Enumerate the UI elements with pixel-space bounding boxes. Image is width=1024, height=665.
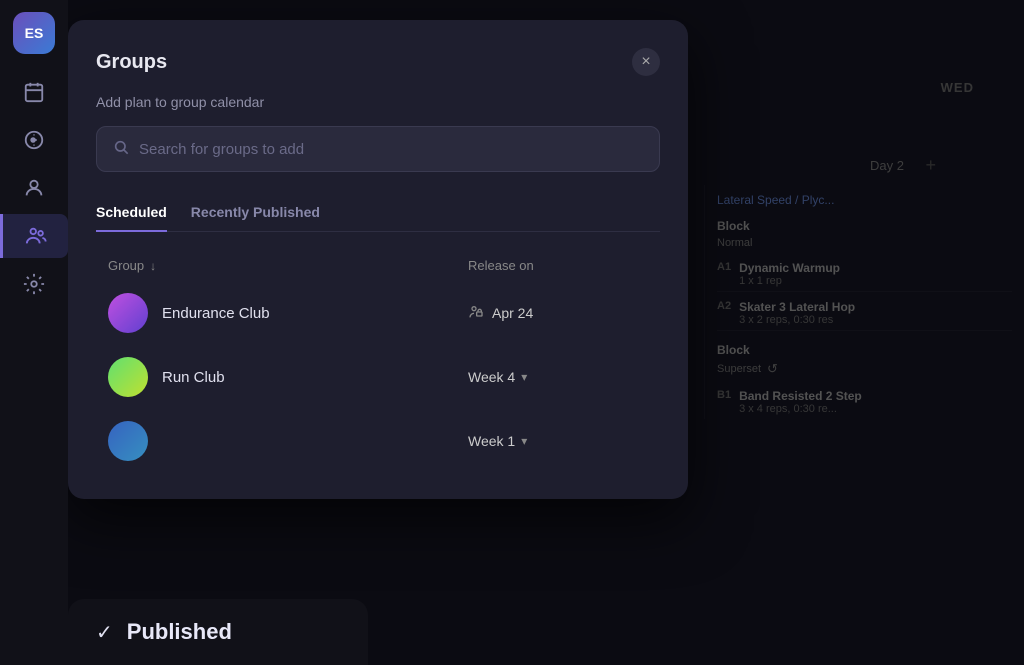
close-button[interactable]: × (632, 48, 660, 76)
avatar[interactable]: ES (13, 12, 55, 54)
release-dropdown-third[interactable]: Week 1 ▾ (468, 433, 527, 449)
published-toast: ✓ Published (68, 599, 368, 665)
search-icon (113, 139, 129, 159)
groups-list: Endurance Club Apr 24 Run Club Week 4 (96, 283, 660, 475)
group-row-run[interactable]: Run Club Week 4 ▾ (96, 347, 660, 407)
sidebar-item-settings[interactable] (12, 262, 56, 306)
group-name-endurance: Endurance Club (162, 305, 468, 322)
table-header: Group ↓ Release on (96, 252, 660, 279)
release-info-third: Week 1 ▾ (468, 433, 648, 449)
col-group-header[interactable]: Group ↓ (108, 258, 468, 273)
release-week-third: Week 1 (468, 433, 515, 449)
search-wrap (96, 126, 660, 172)
sidebar-item-profile[interactable] (12, 166, 56, 210)
release-date-endurance: Apr 24 (492, 305, 533, 321)
release-week-run: Week 4 (468, 369, 515, 385)
tabs: Scheduled Recently Published (96, 196, 660, 232)
dropdown-arrow-icon-run: ▾ (521, 370, 527, 384)
check-icon: ✓ (96, 620, 113, 645)
release-dropdown-run[interactable]: Week 4 ▾ (468, 369, 527, 385)
release-info-endurance: Apr 24 (468, 304, 648, 323)
modal-header: Groups × (96, 48, 660, 76)
published-label: Published (127, 619, 232, 645)
sidebar-item-groups[interactable] (0, 214, 68, 258)
groups-modal: Groups × Add plan to group calendar Sche… (68, 20, 688, 499)
main-area: WED Day 2 + Movement Q... ⋯ Warmup Plank… (68, 0, 1024, 665)
person-lock-icon (468, 304, 484, 323)
sort-arrow-icon: ↓ (150, 259, 156, 273)
sidebar-item-billing[interactable] (12, 118, 56, 162)
modal-title: Groups (96, 51, 167, 74)
sidebar-nav (0, 70, 68, 306)
release-info-run: Week 4 ▾ (468, 369, 648, 385)
tab-scheduled[interactable]: Scheduled (96, 196, 167, 232)
group-avatar-endurance (108, 293, 148, 333)
dropdown-arrow-icon-third: ▾ (521, 434, 527, 448)
col-release-header: Release on (468, 258, 648, 273)
search-input[interactable] (139, 141, 643, 158)
sidebar-item-calendar[interactable] (12, 70, 56, 114)
group-avatar-third (108, 421, 148, 461)
group-name-run: Run Club (162, 369, 468, 386)
tab-recently-published[interactable]: Recently Published (191, 196, 320, 232)
group-avatar-run (108, 357, 148, 397)
sidebar: ES (0, 0, 68, 665)
group-row-third[interactable]: Week 1 ▾ (96, 411, 660, 471)
group-row-endurance[interactable]: Endurance Club Apr 24 (96, 283, 660, 343)
modal-subtitle: Add plan to group calendar (96, 94, 660, 110)
